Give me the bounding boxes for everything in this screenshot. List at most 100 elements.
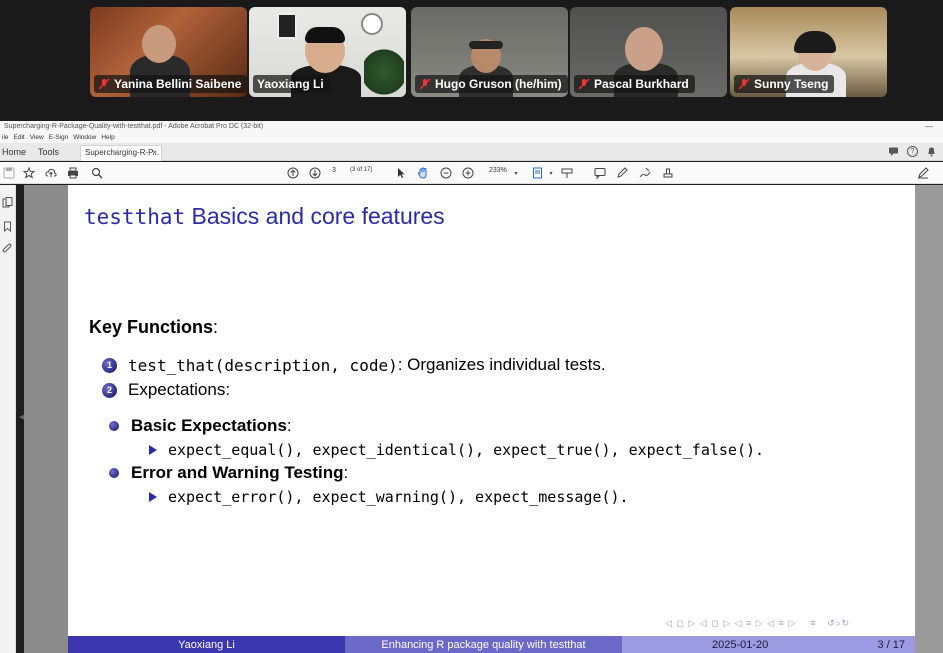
page-thumbnails-icon[interactable] (2, 195, 13, 208)
item-code: test_that(description, code) (128, 355, 398, 375)
pdf-page: testthat Basics and core features Key Fu… (68, 185, 915, 653)
menu-bar: ile Edit View E-Sign Window Help (0, 133, 943, 143)
select-pointer-icon[interactable] (394, 166, 408, 180)
menu-edit[interactable]: Edit (14, 133, 25, 143)
participant-tile-2[interactable]: Yaoxiang Li (249, 7, 406, 97)
participant-name: Sunny Tseng (754, 77, 829, 91)
chevron-down-icon[interactable]: ▾ (509, 166, 523, 180)
save-icon[interactable] (2, 166, 16, 180)
participant-tile-4[interactable]: Pascal Burkhard (570, 7, 727, 97)
participant-name-tag: Yanina Bellini Saibene (94, 75, 247, 93)
fill-sign-icon[interactable] (916, 166, 930, 180)
item-text: Expectations: (128, 380, 231, 399)
number-badge: 2 (102, 382, 117, 398)
group-heading-text: Basic Expectations (131, 416, 287, 435)
number-badge: 1 (102, 357, 117, 373)
triangle-bullet-icon (149, 492, 157, 502)
left-navigation-rail (0, 185, 16, 653)
comment-tool-icon[interactable] (593, 166, 607, 180)
bookmark-icon[interactable] (2, 219, 13, 233)
footer-title: Enhancing R package quality with testtha… (345, 636, 622, 653)
page-number-input[interactable]: 3 (332, 167, 336, 174)
group-content: expect_equal(), expect_identical(), expe… (149, 441, 764, 459)
group-content: expect_error(), expect_warning(), expect… (149, 488, 629, 506)
slide-footer: Yaoxiang Li Enhancing R package quality … (68, 636, 915, 653)
slide-title-mono: testthat (84, 205, 186, 229)
participant-name-tag: Hugo Gruson (he/him) (415, 75, 568, 93)
menu-esign[interactable]: E-Sign (49, 133, 69, 143)
hand-tool-icon[interactable] (416, 166, 430, 180)
footer-page: 3 / 17 (877, 638, 905, 651)
footer-author: Yaoxiang Li (68, 636, 345, 653)
print-icon[interactable] (66, 166, 80, 180)
main-toolbar: 3 (3 of 17) 233% ▾ ▾ (0, 162, 943, 184)
muted-mic-icon (419, 78, 431, 90)
tab-bar: Home Tools Supercharging-R-P... × ? (0, 143, 943, 161)
participant-name: Pascal Burkhard (594, 77, 689, 91)
triangle-bullet-icon (149, 445, 157, 455)
help-icon[interactable]: ? (907, 146, 918, 157)
beamer-navigation-symbols[interactable]: ◁ ◻ ▷ ◁ ◻ ▷ ◁ ≡ ▷ ◁ ≡ ▷ ≡ ↺⌕↻ (665, 618, 850, 629)
zoom-level-dropdown[interactable]: 233% (489, 167, 507, 174)
viewer-gutter (915, 185, 943, 653)
stamp-tool-icon[interactable] (661, 166, 675, 180)
participant-name-tag: Pascal Burkhard (574, 75, 695, 93)
zoom-in-icon[interactable] (461, 166, 475, 180)
muted-mic-icon (578, 78, 590, 90)
page-count: (3 of 17) (350, 167, 373, 173)
group-heading-text: Error and Warning Testing (131, 463, 344, 482)
upload-cloud-icon[interactable] (44, 166, 58, 180)
menu-file[interactable]: ile (2, 133, 9, 143)
document-tab[interactable]: Supercharging-R-P... × (80, 145, 162, 161)
page-up-icon[interactable] (286, 166, 300, 180)
document-tab-label: Supercharging-R-P... (85, 148, 160, 157)
attachment-icon[interactable] (2, 241, 13, 253)
search-icon[interactable] (90, 166, 104, 180)
footer-date: 2025-01-20 (712, 638, 769, 651)
zoom-out-icon[interactable] (439, 166, 453, 180)
tab-home[interactable]: Home (2, 147, 26, 157)
plant (364, 47, 404, 97)
window-titlebar: Supercharging-R-Package-Quality-with-tes… (0, 121, 943, 133)
muted-mic-icon (738, 78, 750, 90)
scroll-mode-icon[interactable] (560, 166, 574, 180)
tab-tools[interactable]: Tools (38, 147, 59, 157)
participant-tile-5[interactable]: Sunny Tseng (730, 7, 887, 97)
menu-view[interactable]: View (30, 133, 44, 143)
menu-window[interactable]: Window (73, 133, 96, 143)
wall-art (277, 13, 297, 39)
participant-name: Hugo Gruson (he/him) (435, 77, 562, 91)
key-functions-heading: Key Functions: (89, 317, 219, 337)
group-heading: Error and Warning Testing: (109, 463, 348, 483)
participant-tile-3[interactable]: Hugo Gruson (he/him) (411, 7, 568, 97)
group-heading: Basic Expectations: (109, 416, 292, 436)
participant-name: Yaoxiang Li (257, 77, 324, 91)
footer-date-page: 2025-01-20 3 / 17 (622, 636, 915, 653)
list-item: 2 Expectations: (102, 380, 230, 400)
document-viewer: testthat Basics and core features Key Fu… (24, 185, 943, 653)
notification-bell-icon[interactable] (926, 146, 937, 159)
wall-clock (361, 13, 383, 35)
page-down-icon[interactable] (308, 166, 322, 180)
menu-help[interactable]: Help (101, 133, 114, 143)
slide-title: testthat Basics and core features (84, 203, 445, 230)
group-content-text: expect_error(), expect_warning(), expect… (168, 488, 629, 506)
bullet-icon (109, 468, 119, 478)
bullet-icon (109, 421, 119, 431)
window-title: Supercharging-R-Package-Quality-with-tes… (4, 123, 264, 130)
draw-tool-icon[interactable] (638, 166, 652, 180)
close-tab-icon[interactable]: × (152, 146, 157, 160)
participant-tile-1[interactable]: Yanina Bellini Saibene (90, 7, 247, 97)
fit-chevron-down-icon[interactable]: ▾ (544, 166, 558, 180)
group-content-text: expect_equal(), expect_identical(), expe… (168, 441, 765, 459)
star-icon[interactable] (22, 166, 36, 180)
comment-icon[interactable] (888, 146, 899, 159)
minimize-button[interactable]: — (925, 121, 933, 133)
fit-page-icon[interactable] (531, 166, 545, 180)
participant-name-tag: Yaoxiang Li (253, 75, 330, 93)
muted-mic-icon (98, 78, 110, 90)
list-item: 1 test_that(description, code): Organize… (102, 355, 606, 375)
highlight-pen-icon[interactable] (615, 166, 629, 180)
key-functions-label: Key Functions (89, 317, 214, 337)
video-strip: Yanina Bellini Saibene Yaoxiang Li Hugo … (0, 0, 943, 121)
